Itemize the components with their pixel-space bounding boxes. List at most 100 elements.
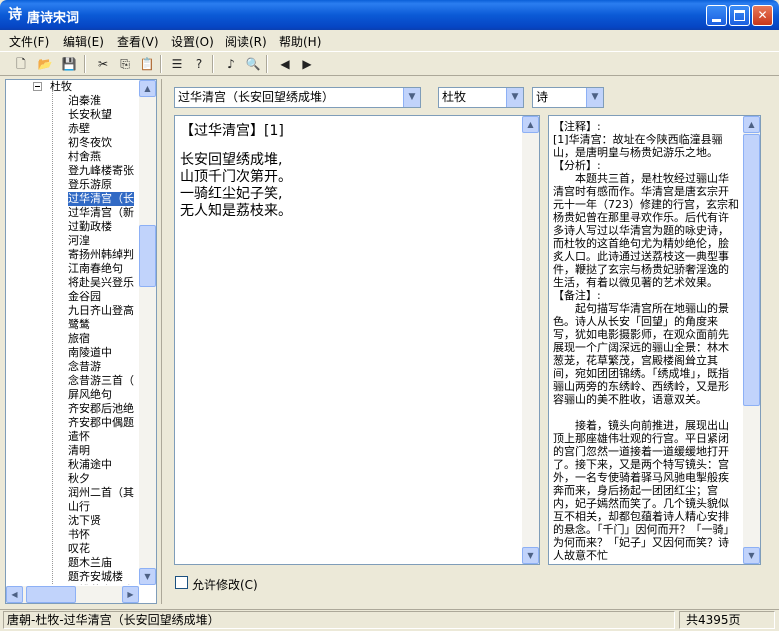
menu-view[interactable]: 查看(V) <box>117 33 159 50</box>
allow-edit-label[interactable]: 允许修改(C) <box>192 576 258 593</box>
tree-item[interactable]: 金谷园 <box>68 290 101 304</box>
genre-select[interactable]: 诗 ▼ <box>532 87 604 108</box>
scroll-left-icon[interactable]: ◀ <box>6 586 23 603</box>
tree-item[interactable]: 江南春绝句 <box>68 262 123 276</box>
minimize-icon <box>712 19 721 22</box>
tree-item[interactable]: 泊秦淮 <box>68 94 101 108</box>
close-button[interactable]: ✕ <box>752 5 773 26</box>
poem-line: 山顶千门次第开。 <box>180 169 292 185</box>
tree-item[interactable]: 遣怀 <box>68 430 90 444</box>
maximize-button[interactable] <box>729 5 750 26</box>
poem-vertical-scrollbar[interactable]: ▲ ▼ <box>522 116 539 564</box>
tree-item[interactable]: 南陵道中 <box>68 346 112 360</box>
notes-paragraph: [1]华清宫：故址在今陕西临潼县骊山，是唐明皇与杨贵妃游乐之地。 <box>553 133 723 159</box>
scroll-down-icon[interactable]: ▼ <box>743 547 760 564</box>
tree-item[interactable]: 润州二首（其 <box>68 486 134 500</box>
tree-item[interactable]: 齐安郡后池绝 <box>68 402 134 416</box>
minimize-button[interactable] <box>706 5 727 26</box>
find-icon[interactable]: 🔍 <box>244 55 262 73</box>
menu-bar: 文件(F) 编辑(E) 查看(V) 设置(O) 阅读(R) 帮助(H) <box>0 30 779 51</box>
tree-item[interactable]: 登乐游原 <box>68 178 112 192</box>
scroll-up-icon[interactable]: ▲ <box>139 80 156 97</box>
tree-item[interactable]: 题桃花夫人庙 <box>68 584 134 585</box>
menu-edit[interactable]: 编辑(E) <box>63 33 104 50</box>
copy-icon[interactable]: ⎘ <box>116 55 134 73</box>
collapse-node-icon[interactable] <box>33 82 42 91</box>
scroll-down-icon[interactable]: ▼ <box>139 568 156 585</box>
tree-item[interactable]: 山行 <box>68 500 90 514</box>
tree-item[interactable]: 旅宿 <box>68 332 90 346</box>
tree-item[interactable]: 秋浦途中 <box>68 458 112 472</box>
tree-item[interactable]: 叹花 <box>68 542 90 556</box>
chevron-down-icon[interactable]: ▼ <box>586 88 603 107</box>
tree-item[interactable]: 寄扬州韩绰判 <box>68 248 134 262</box>
tree-item[interactable]: 过勤政楼 <box>68 220 112 234</box>
save-icon[interactable]: 💾 <box>60 55 78 73</box>
poem-select-value: 过华清宫（长安回望绣成堆） <box>178 90 335 104</box>
tree-horizontal-scrollbar[interactable]: ◀ ▶ <box>6 586 139 603</box>
notes-paragraph: 【备注】: <box>553 289 601 302</box>
list-icon[interactable]: ☰ <box>168 55 186 73</box>
open-folder-icon[interactable]: 📂 <box>36 55 54 73</box>
tree-item[interactable]: 长安秋望 <box>68 108 112 122</box>
tree-item[interactable]: 河湟 <box>68 234 90 248</box>
allow-edit-checkbox[interactable] <box>175 576 188 589</box>
poem-text-area[interactable]: 【过华清宫】[1] 长安回望绣成堆, 山顶千门次第开。 一骑红尘妃子笑, 无人知… <box>174 115 540 565</box>
tree-item[interactable]: 赤壁 <box>68 122 90 136</box>
tree-item[interactable]: 屏风绝句 <box>68 388 112 402</box>
tree-vertical-scrollbar[interactable]: ▲ ▼ <box>139 80 156 585</box>
tree-item[interactable]: 齐安郡中偶题 <box>68 416 134 430</box>
tree-item[interactable]: 村舍燕 <box>68 150 101 164</box>
scroll-thumb[interactable] <box>743 134 760 406</box>
tree-parent-node[interactable]: 杜牧 <box>50 80 72 94</box>
toolbar: 🗋 📂 💾 ✂ ⎘ 📋 ☰ ? ♪ 🔍 ◀ ▶ <box>0 51 779 76</box>
tree-item[interactable]: 题齐安城楼 <box>68 570 123 584</box>
notes-vertical-scrollbar[interactable]: ▲ ▼ <box>743 116 760 564</box>
poem-select[interactable]: 过华清宫（长安回望绣成堆） ▼ <box>174 87 421 108</box>
tree-item[interactable]: 沈下贤 <box>68 514 101 528</box>
status-page-count: 共4395页 <box>679 611 775 629</box>
tree-item[interactable]: 过华清宫（新 <box>68 206 134 220</box>
notes-paragraph: 起句描写华清宫所在地骊山的景色。诗人从长安「回望」的角度来写，犹如电影摄影师，在… <box>553 302 729 406</box>
tree-item[interactable]: 念昔游 <box>68 360 101 374</box>
tree-item[interactable]: 九日齐山登高 <box>68 304 134 318</box>
notes-text-area[interactable]: 【注释】: [1]华清宫：故址在今陕西临潼县骊山，是唐明皇与杨贵妃游乐之地。 【分析… <box>548 115 761 565</box>
forward-arrow-icon[interactable]: ▶ <box>298 55 316 73</box>
cut-icon[interactable]: ✂ <box>94 55 112 73</box>
chevron-down-icon[interactable]: ▼ <box>506 88 523 107</box>
panel-splitter[interactable] <box>161 79 164 604</box>
tree-item[interactable]: 登九峰楼寄张 <box>68 164 134 178</box>
menu-settings[interactable]: 设置(O) <box>171 33 214 50</box>
paste-icon[interactable]: 📋 <box>138 55 156 73</box>
tree-item[interactable]: 秋夕 <box>68 472 90 486</box>
tree-item[interactable]: 初冬夜饮 <box>68 136 112 150</box>
notes-content: 【注释】: [1]华清宫：故址在今陕西临潼县骊山，是唐明皇与杨贵妃游乐之地。 【分析… <box>553 120 739 562</box>
poem-tree[interactable]: 杜牧 泊秦淮 长安秋望 赤壁 初冬夜饮 村舍燕 登九峰楼寄张 登乐游原 过华清宫（长 过华清宫（… <box>5 79 157 604</box>
chevron-down-icon[interactable]: ▼ <box>403 88 420 107</box>
menu-file[interactable]: 文件(F) <box>9 33 49 50</box>
bookmark-icon[interactable]: ♪ <box>222 55 240 73</box>
tree-item[interactable]: 念昔游三首（ <box>68 374 134 388</box>
new-file-icon[interactable]: 🗋 <box>12 55 30 73</box>
menu-help[interactable]: 帮助(H) <box>279 33 321 50</box>
toolbar-separator <box>266 55 268 73</box>
tree-connector <box>52 90 53 585</box>
tree-item[interactable]: 题木兰庙 <box>68 556 112 570</box>
help-icon[interactable]: ? <box>190 55 208 73</box>
toolbar-separator <box>212 55 214 73</box>
scroll-thumb[interactable] <box>139 225 156 287</box>
hscroll-thumb[interactable] <box>26 586 76 603</box>
notes-paragraph: 本题共三首，是杜牧经过骊山华清宫时有感而作。华清宫是唐玄宗开元十一年（723）修… <box>553 172 739 289</box>
menu-read[interactable]: 阅读(R) <box>225 33 267 50</box>
back-arrow-icon[interactable]: ◀ <box>276 55 294 73</box>
tree-item[interactable]: 将赴吴兴登乐 <box>68 276 134 290</box>
scroll-up-icon[interactable]: ▲ <box>522 116 539 133</box>
tree-item[interactable]: 鹭鸶 <box>68 318 90 332</box>
scroll-up-icon[interactable]: ▲ <box>743 116 760 133</box>
scroll-right-icon[interactable]: ▶ <box>122 586 139 603</box>
author-select[interactable]: 杜牧 ▼ <box>438 87 524 108</box>
scroll-down-icon[interactable]: ▼ <box>522 547 539 564</box>
tree-item[interactable]: 清明 <box>68 444 90 458</box>
tree-item-selected[interactable]: 过华清宫（长 <box>68 192 134 206</box>
tree-item[interactable]: 书怀 <box>68 528 90 542</box>
